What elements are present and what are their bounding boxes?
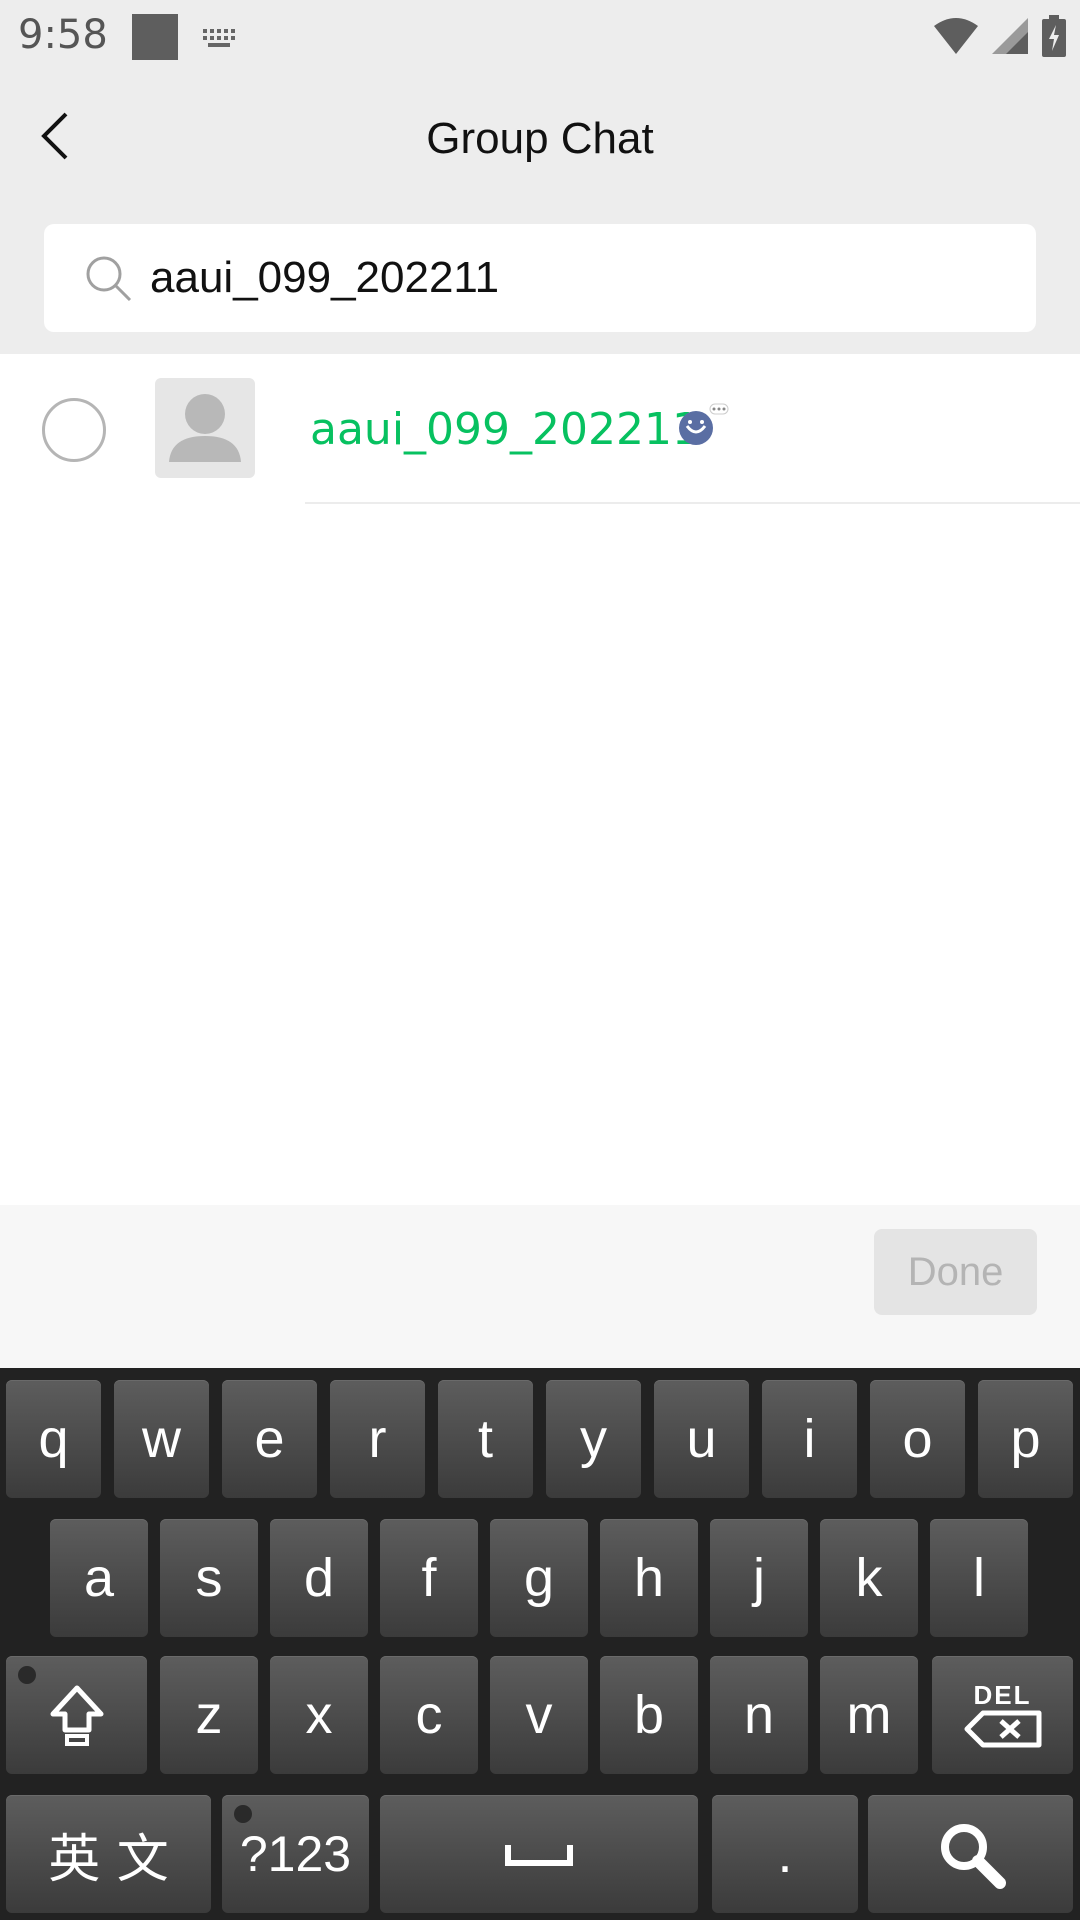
key-p[interactable]: p — [978, 1380, 1073, 1498]
key-indicator-dot — [234, 1805, 252, 1823]
key-a[interactable]: a — [50, 1519, 148, 1637]
symbols-key[interactable]: ?123 — [222, 1795, 369, 1913]
keyboard-status-icon — [203, 29, 235, 47]
action-bar: Done — [0, 1205, 1080, 1368]
key-l[interactable]: l — [930, 1519, 1028, 1637]
delete-icon — [964, 1710, 1041, 1748]
key-n[interactable]: n — [710, 1656, 808, 1774]
notification-icon — [132, 14, 178, 60]
battery-icon — [1042, 15, 1066, 57]
delete-key[interactable]: DEL — [932, 1656, 1073, 1774]
key-m[interactable]: m — [820, 1656, 918, 1774]
contact-name: aaui_099_202211 — [310, 404, 700, 455]
signal-icon — [992, 18, 1028, 54]
key-h[interactable]: h — [600, 1519, 698, 1637]
wifi-icon — [934, 18, 978, 54]
key-f[interactable]: f — [380, 1519, 478, 1637]
search-input[interactable] — [150, 224, 1010, 332]
key-o[interactable]: o — [870, 1380, 965, 1498]
shift-key[interactable] — [6, 1656, 147, 1774]
delete-key-label: DEL — [973, 1680, 1032, 1710]
shift-icon — [50, 1685, 103, 1746]
key-r[interactable]: r — [330, 1380, 425, 1498]
status-time: 9:58 — [18, 12, 108, 58]
done-button[interactable]: Done — [874, 1229, 1037, 1315]
key-indicator-dot — [18, 1666, 36, 1684]
contact-row[interactable]: aaui_099_202211 — [0, 354, 1080, 504]
key-e[interactable]: e — [222, 1380, 317, 1498]
search-area — [0, 202, 1080, 354]
key-j[interactable]: j — [710, 1519, 808, 1637]
language-key[interactable]: 英 文 — [6, 1795, 211, 1913]
key-v[interactable]: v — [490, 1656, 588, 1774]
period-key[interactable]: . — [712, 1795, 858, 1913]
default-avatar-icon — [169, 394, 241, 462]
status-icons — [934, 14, 1066, 58]
key-q[interactable]: q — [6, 1380, 101, 1498]
keyboard-search-icon — [940, 1824, 1006, 1889]
symbols-key-label: ?123 — [239, 1826, 352, 1882]
space-icon — [505, 1845, 573, 1866]
key-z[interactable]: z — [160, 1656, 258, 1774]
key-b[interactable]: b — [600, 1656, 698, 1774]
search-icon — [86, 256, 132, 302]
keyboard: q w e r t y u i o p a s d f g h j k l z … — [0, 1368, 1080, 1920]
keyboard-search-key[interactable] — [868, 1795, 1073, 1913]
key-i[interactable]: i — [762, 1380, 857, 1498]
select-radio[interactable] — [42, 398, 106, 462]
search-box[interactable] — [44, 224, 1036, 332]
key-g[interactable]: g — [490, 1519, 588, 1637]
space-key[interactable] — [380, 1795, 698, 1913]
key-x[interactable]: x — [270, 1656, 368, 1774]
key-u[interactable]: u — [654, 1380, 749, 1498]
header: Group Chat — [0, 76, 1080, 202]
key-w[interactable]: w — [114, 1380, 209, 1498]
key-d[interactable]: d — [270, 1519, 368, 1637]
row-divider — [305, 502, 1080, 504]
status-bar: 9:58 — [0, 0, 1080, 76]
emoji-badge-icon — [679, 403, 729, 445]
key-s[interactable]: s — [160, 1519, 258, 1637]
key-k[interactable]: k — [820, 1519, 918, 1637]
key-t[interactable]: t — [438, 1380, 533, 1498]
key-y[interactable]: y — [546, 1380, 641, 1498]
avatar — [155, 378, 255, 478]
key-c[interactable]: c — [380, 1656, 478, 1774]
page-title: Group Chat — [426, 114, 654, 163]
